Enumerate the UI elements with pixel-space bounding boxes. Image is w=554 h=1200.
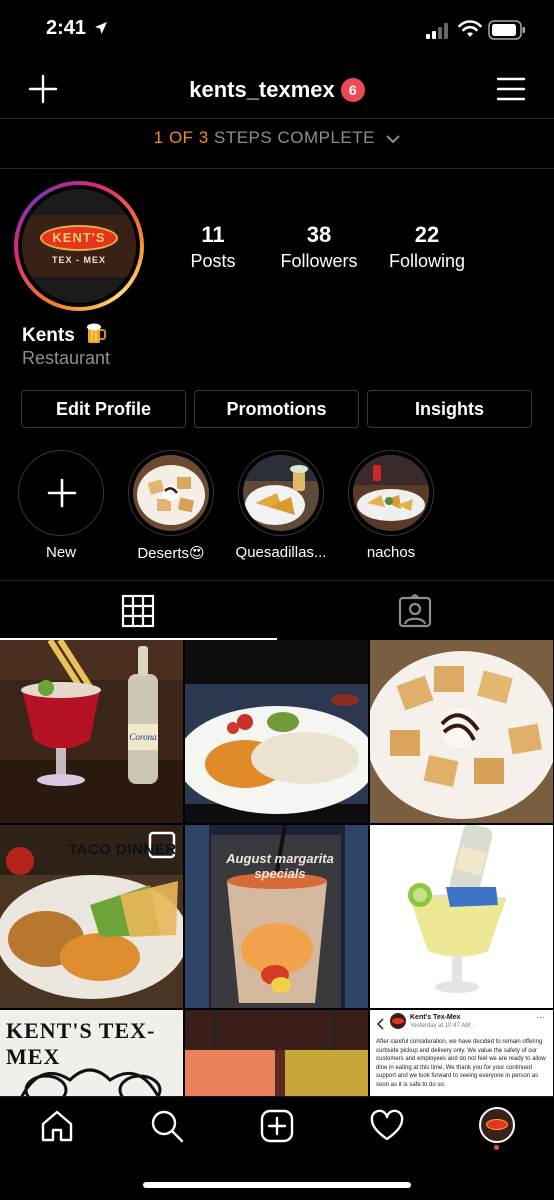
activity-heart-icon[interactable] <box>370 1109 404 1143</box>
plus-icon <box>47 478 77 508</box>
edit-profile-button[interactable]: Edit Profile <box>21 390 186 428</box>
steps-complete-banner[interactable]: 1 OF 3 STEPS COMPLETE <box>0 128 554 148</box>
tagged-photos-icon[interactable] <box>398 594 432 628</box>
highlight-deserts[interactable]: Deserts😍 <box>121 450 221 562</box>
profile-header: kents_texmex 6 <box>0 60 554 118</box>
following-label: Following <box>388 251 466 271</box>
following-count: 22 <box>414 222 440 247</box>
posts-label: Posts <box>190 251 236 271</box>
post-thumbnail[interactable]: Corona <box>0 640 183 823</box>
highlight-label: Quesadillas... <box>235 544 327 561</box>
profile-tab-avatar[interactable] <box>479 1107 515 1143</box>
post-caption-text: August margarita specials <box>226 851 334 881</box>
post-thumbnail[interactable]: August margarita specials <box>185 825 368 1008</box>
highlight-label: nachos <box>366 544 416 561</box>
more-options-icon: ··· <box>536 1012 545 1022</box>
highlight-thumbnail <box>243 455 319 531</box>
search-icon[interactable] <box>150 1109 184 1143</box>
page-avatar <box>390 1013 406 1029</box>
post-caption-text: TACO DINNER <box>68 841 177 858</box>
post-thumbnail[interactable] <box>185 1010 368 1096</box>
highlight-label: New <box>45 544 76 561</box>
header-divider <box>0 118 554 119</box>
steps-progress: 1 OF 3 <box>153 128 209 147</box>
highlight-nachos[interactable]: nachos <box>341 450 441 561</box>
username: kents_texmex <box>189 77 335 103</box>
post-body-text: After careful consideration, we have dec… <box>376 1039 546 1088</box>
profile-avatar[interactable]: KENT'S TEX - MEX <box>14 181 144 311</box>
avatar-logo-subtext: TEX - MEX <box>51 255 106 265</box>
insights-button[interactable]: Insights <box>367 390 532 428</box>
cellular-signal-icon <box>426 23 448 39</box>
grid-icon[interactable] <box>121 594 155 628</box>
profile-name: Kents <box>22 322 107 347</box>
menu-hamburger-icon[interactable] <box>496 76 526 102</box>
promotions-button[interactable]: Promotions <box>194 390 359 428</box>
post-caption-text: KENT'S TEX-MEX <box>6 1018 156 1069</box>
new-post-icon[interactable] <box>260 1109 294 1143</box>
home-icon[interactable] <box>40 1109 74 1143</box>
posts-grid: Corona TACO DINNER August margarita spec… <box>0 640 554 1096</box>
status-bar: 2:41 <box>0 0 554 60</box>
post-thumbnail[interactable]: TACO DINNER <box>0 825 183 1008</box>
post-page-name: Kent's Tex-Mex <box>410 1014 461 1021</box>
stat-following[interactable]: 22 Following <box>372 222 482 272</box>
posts-count: 11 <box>201 222 225 247</box>
avatar-logo: KENT'S TEX - MEX <box>22 189 136 303</box>
post-timestamp: Yesterday at 10:47 AM · <box>410 1023 474 1029</box>
post-thumbnail[interactable]: KENT'S TEX-MEX <box>0 1010 183 1096</box>
post-thumbnail[interactable] <box>370 825 553 1008</box>
battery-icon <box>488 20 525 40</box>
highlight-quesadillas[interactable]: Quesadillas... <box>231 450 331 561</box>
tabs-divider <box>0 580 554 581</box>
post-thumbnail[interactable] <box>185 640 368 823</box>
followers-label: Followers <box>280 251 358 271</box>
profile-notification-dot <box>494 1145 499 1150</box>
chevron-down-icon <box>386 134 400 143</box>
profile-category: Restaurant <box>22 348 111 368</box>
account-switcher[interactable]: kents_texmex 6 <box>0 76 554 103</box>
beer-mug-icon <box>87 323 107 343</box>
highlight-thumbnail <box>133 455 209 531</box>
home-indicator <box>143 1182 411 1188</box>
stat-posts[interactable]: 11 Posts <box>158 222 268 272</box>
steps-divider <box>0 168 554 169</box>
post-thumbnail[interactable]: Kent's Tex-Mex Yesterday at 10:47 AM · ·… <box>370 1010 553 1096</box>
location-arrow-icon <box>95 22 107 34</box>
steps-label: STEPS COMPLETE <box>213 128 375 147</box>
highlight-thumbnail <box>353 455 429 531</box>
notification-badge: 6 <box>340 78 365 103</box>
status-time: 2:41 <box>46 17 87 39</box>
highlight-label: Deserts😍 <box>137 545 205 562</box>
stat-followers[interactable]: 38 Followers <box>264 222 374 272</box>
avatar-logo-text: KENT'S <box>40 225 118 251</box>
svg-text:Corona: Corona <box>129 732 157 742</box>
wifi-icon <box>458 20 482 37</box>
followers-count: 38 <box>306 222 332 247</box>
post-thumbnail[interactable] <box>370 640 553 823</box>
back-arrow-icon <box>376 1018 384 1030</box>
profile-name-text: Kents <box>22 325 75 346</box>
highlight-new[interactable]: New <box>11 450 111 561</box>
